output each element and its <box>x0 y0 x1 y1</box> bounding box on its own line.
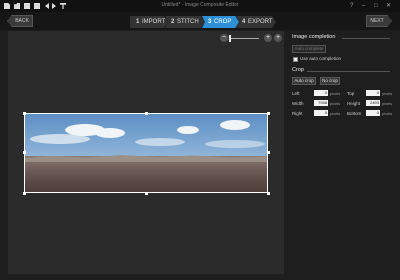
crop-handle-top-left[interactable] <box>23 112 26 115</box>
panorama-image[interactable] <box>24 113 268 193</box>
height-unit: pixels <box>382 101 393 106</box>
no-crop-button[interactable]: No crop <box>320 77 340 85</box>
crop-handle-bottom[interactable] <box>145 192 148 195</box>
step-number: 4 <box>242 19 246 25</box>
cloud-shape <box>30 134 90 144</box>
cloud-shape <box>220 120 250 130</box>
right-input[interactable]: 0 <box>314 110 328 116</box>
use-auto-completion-label: Use auto completion <box>300 56 342 61</box>
height-label: Height <box>347 101 361 106</box>
zoom-fit-button[interactable]: + <box>274 34 282 42</box>
crop-handle-top[interactable] <box>145 112 148 115</box>
image-completion-title: Image completion <box>292 34 336 40</box>
sky-region <box>25 114 267 156</box>
auto-complete-button[interactable]: Auto complete <box>292 45 326 53</box>
bottom-unit: pixels <box>382 111 393 116</box>
crop-title: Crop <box>292 67 304 73</box>
close-button[interactable]: ✕ <box>386 2 391 10</box>
width-label: Width <box>292 101 304 106</box>
cloud-shape <box>135 138 185 146</box>
height-input[interactable]: 2493 <box>366 100 380 106</box>
width-input[interactable]: 7938 <box>314 100 328 106</box>
section-divider <box>342 38 390 39</box>
next-button[interactable]: NEXT <box>366 15 392 27</box>
section-divider <box>307 71 390 72</box>
crop-handle-right[interactable] <box>267 151 270 154</box>
cloud-shape <box>95 128 125 138</box>
left-label: Left <box>292 91 300 96</box>
window-title: Untitled* - Image Composite Editor <box>161 2 239 8</box>
top-input[interactable]: 0 <box>366 90 380 96</box>
help-button[interactable]: ? <box>350 2 353 10</box>
step-number: 1 <box>136 19 140 25</box>
top-unit: pixels <box>382 91 393 96</box>
left-unit: pixels <box>330 91 341 96</box>
crop-handle-top-right[interactable] <box>267 112 270 115</box>
cloud-shape <box>177 126 199 134</box>
step-export[interactable]: 4 EXPORT <box>236 16 276 28</box>
step-label: EXPORT <box>248 19 273 25</box>
step-navigation-bar: BACK 1 IMPORT 2 STITCH 3 CROP 4 EXPORT N… <box>0 12 400 30</box>
title-bar: Untitled* - Image Composite Editor ? – □… <box>0 0 400 12</box>
step-label: STITCH <box>177 19 199 25</box>
bottom-label: Bottom <box>347 111 362 116</box>
top-label: Top <box>347 91 355 96</box>
use-auto-completion-checkbox[interactable] <box>293 57 298 62</box>
step-stitch[interactable]: 2 STITCH <box>165 16 205 28</box>
width-unit: pixels <box>330 101 341 106</box>
right-label: Right <box>292 111 303 116</box>
step-label: CROP <box>214 19 232 25</box>
cloud-shape <box>205 140 265 148</box>
step-label: IMPORT <box>142 19 166 25</box>
step-number: 3 <box>208 19 212 25</box>
right-unit: pixels <box>330 111 341 116</box>
auto-crop-button[interactable]: Auto crop <box>292 77 316 85</box>
maximize-button[interactable]: □ <box>374 2 378 10</box>
zoom-out-button[interactable]: − <box>220 34 228 42</box>
step-import[interactable]: 1 IMPORT <box>130 16 168 28</box>
step-number: 2 <box>171 19 175 25</box>
crop-handle-left[interactable] <box>23 151 26 154</box>
zoom-slider-thumb[interactable] <box>229 35 231 42</box>
left-input[interactable]: 0 <box>314 90 328 96</box>
crop-handle-bottom-left[interactable] <box>23 192 26 195</box>
bottom-input[interactable]: 0 <box>366 110 380 116</box>
zoom-in-button[interactable]: + <box>264 34 272 42</box>
settings-panel: Image completion Auto complete Use auto … <box>287 31 394 274</box>
step-crop[interactable]: 3 CROP <box>202 16 239 28</box>
crop-handle-bottom-right[interactable] <box>267 192 270 195</box>
zoom-slider-track[interactable] <box>229 38 259 39</box>
back-button[interactable]: BACK <box>7 15 33 27</box>
minimize-button[interactable]: – <box>362 2 365 10</box>
